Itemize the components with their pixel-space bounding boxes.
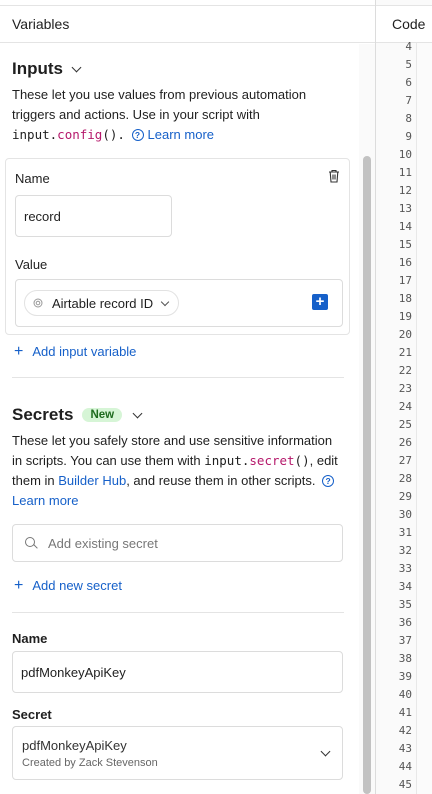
- inputs-title: Inputs: [12, 59, 63, 78]
- secret-label: Secret: [12, 707, 52, 722]
- line-number: 11: [398, 166, 412, 179]
- new-badge: New: [82, 408, 123, 422]
- plus-icon: +: [14, 577, 24, 594]
- line-number: 44: [398, 760, 412, 773]
- input-variable-card: Name record Value Airtable record ID +: [5, 158, 350, 335]
- secret-created-by: Created by Zack Stevenson: [22, 757, 158, 769]
- code-title: Code: [392, 16, 426, 32]
- line-number: 12: [398, 184, 412, 197]
- input-name-field[interactable]: record: [15, 195, 172, 237]
- secret-select[interactable]: pdfMonkeyApiKey Created by Zack Stevenso…: [12, 726, 343, 780]
- line-number: 26: [398, 436, 412, 449]
- chevron-down-icon: [160, 297, 170, 306]
- secrets-title: Secrets: [12, 405, 74, 424]
- section-divider: [12, 612, 344, 613]
- panel-scrollbar-thumb[interactable]: [363, 156, 371, 794]
- chevron-down-icon: [132, 408, 143, 418]
- line-number: 33: [398, 562, 412, 575]
- help-icon[interactable]: ?: [322, 474, 335, 487]
- section-divider: [12, 377, 344, 378]
- plus-icon: +: [14, 343, 24, 360]
- chevron-down-icon: [71, 62, 82, 72]
- line-number: 6: [405, 76, 412, 89]
- plus-square-icon[interactable]: +: [312, 294, 328, 310]
- line-number: 20: [398, 328, 412, 341]
- variables-panel: Variables Inputs These let you use value…: [0, 0, 376, 794]
- line-number: 27: [398, 454, 412, 467]
- line-number: 17: [398, 274, 412, 287]
- line-number: 16: [398, 256, 412, 269]
- secrets-description: These let you safely store and use sensi…: [12, 433, 338, 508]
- line-number: 41: [398, 706, 412, 719]
- search-icon: [25, 537, 38, 549]
- line-number: 9: [405, 130, 412, 143]
- help-icon[interactable]: ?: [131, 128, 144, 141]
- line-number: 10: [398, 148, 412, 161]
- secret-select-value: pdfMonkeyApiKey: [22, 738, 127, 753]
- builder-hub-link[interactable]: Builder Hub: [58, 473, 126, 488]
- line-number: 4: [405, 40, 412, 53]
- line-number: 30: [398, 508, 412, 521]
- input-value-label: Value: [15, 257, 48, 272]
- add-input-variable-button[interactable]: + Add input variable: [14, 343, 136, 360]
- line-number: 8: [405, 112, 412, 125]
- add-new-secret-button[interactable]: + Add new secret: [14, 577, 122, 594]
- line-number: 32: [398, 544, 412, 557]
- line-number: 13: [398, 202, 412, 215]
- input-value-field[interactable]: Airtable record ID +: [15, 279, 343, 327]
- secrets-learn-more-link[interactable]: Learn more: [12, 493, 78, 508]
- panel-title: Variables: [12, 16, 70, 32]
- line-number: 15: [398, 238, 412, 251]
- line-number: 14: [398, 220, 412, 233]
- line-number: 43: [398, 742, 412, 755]
- line-number: 34: [398, 580, 412, 593]
- line-number: 45: [398, 778, 412, 791]
- line-number: 18: [398, 292, 412, 305]
- line-number: 37: [398, 634, 412, 647]
- line-number: 35: [398, 598, 412, 611]
- line-number: 42: [398, 724, 412, 737]
- secrets-section-toggle[interactable]: Secrets New: [12, 405, 143, 425]
- secret-name-label: Name: [12, 631, 48, 646]
- line-number: 38: [398, 652, 412, 665]
- line-number: 28: [398, 472, 412, 485]
- code-panel: Code 4 5 6 7 8 9 10 11 12 13 14 15 16 17 18 19 20 21 22 23 2…: [376, 0, 432, 794]
- inputs-description: These let you use values from previous a…: [12, 87, 307, 142]
- chevron-down-icon: [320, 746, 331, 757]
- inputs-section-toggle[interactable]: Inputs: [12, 59, 82, 79]
- line-number: 23: [398, 382, 412, 395]
- line-number-gutter: 4 5 6 7 8 9 10 11 12 13 14 15 16 17 18 19 20 21 22 23 24 25 26…: [376, 38, 412, 794]
- line-number: 21: [398, 346, 412, 359]
- record-id-pill[interactable]: Airtable record ID: [24, 290, 180, 316]
- secret-name-field[interactable]: pdfMonkeyApiKey: [12, 651, 343, 693]
- trash-icon[interactable]: [328, 169, 340, 183]
- line-number: 5: [405, 58, 412, 71]
- line-number: 19: [398, 310, 412, 323]
- inputs-learn-more-link[interactable]: Learn more: [148, 127, 214, 142]
- line-number: 40: [398, 688, 412, 701]
- line-number: 36: [398, 616, 412, 629]
- line-number: 39: [398, 670, 412, 683]
- line-number: 25: [398, 418, 412, 431]
- secret-search-input[interactable]: Add existing secret: [12, 524, 343, 562]
- line-number: 31: [398, 526, 412, 539]
- panel-header: Variables: [0, 5, 375, 43]
- line-number: 7: [405, 94, 412, 107]
- line-number: 29: [398, 490, 412, 503]
- code-scrollbar[interactable]: [416, 43, 432, 794]
- line-number: 22: [398, 364, 412, 377]
- line-number: 24: [398, 400, 412, 413]
- record-id-icon: [33, 298, 43, 308]
- input-name-label: Name: [15, 171, 50, 186]
